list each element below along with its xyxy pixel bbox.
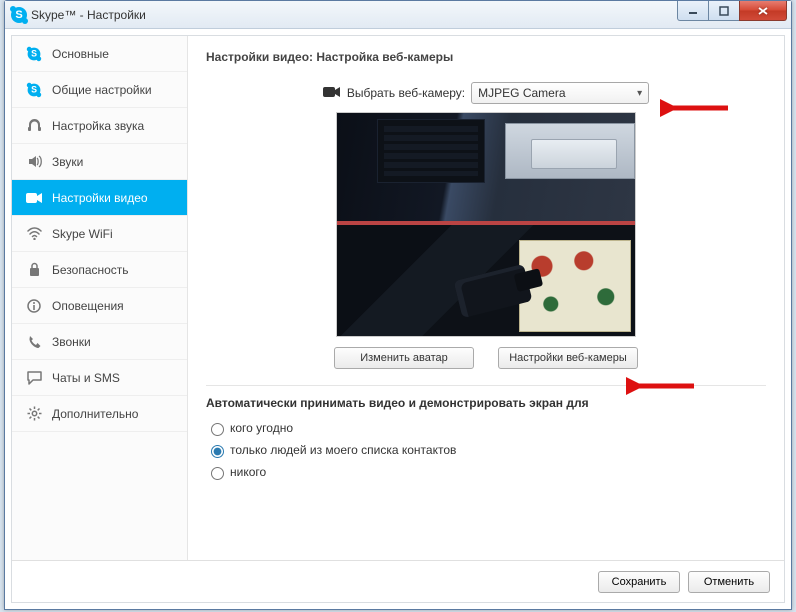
camera-select[interactable]: MJPEG Camera ▾ [471, 82, 649, 104]
close-icon [757, 6, 769, 16]
radio-label: кого угодно [230, 421, 293, 435]
cancel-button[interactable]: Отменить [688, 571, 770, 593]
phone-icon [24, 335, 44, 349]
camera-preview [336, 112, 636, 337]
camera-select-value: MJPEG Camera [478, 86, 565, 100]
maximize-icon [719, 6, 729, 16]
window-controls [678, 1, 787, 21]
change-avatar-button[interactable]: Изменить аватар [334, 347, 474, 369]
sidebar-item-9[interactable]: Чаты и SMS [12, 360, 187, 396]
sidebar-item-5[interactable]: Skype WiFi [12, 216, 187, 252]
wifi-icon [24, 227, 44, 240]
window-title: Skype™ - Настройки [31, 8, 146, 22]
sidebar-item-label: Skype WiFi [52, 227, 113, 241]
sidebar-item-2[interactable]: Настройка звука [12, 108, 187, 144]
radio-label: только людей из моего списка контактов [230, 443, 456, 457]
skype-icon: S [11, 7, 27, 23]
sidebar-item-label: Дополнительно [52, 407, 138, 421]
auto-accept-title: Автоматически принимать видео и демонстр… [206, 396, 766, 410]
radio-label: никого [230, 465, 266, 479]
headset-icon [24, 118, 44, 133]
skype-icon: S [24, 46, 44, 62]
speaker-icon [24, 154, 44, 169]
select-camera-label: Выбрать веб-камеру: [347, 86, 465, 100]
sidebar-item-label: Настройки видео [52, 191, 148, 205]
sidebar-item-4[interactable]: Настройки видео [12, 180, 187, 216]
skype-icon: S [24, 82, 44, 98]
auto-accept-option-2[interactable]: никого [206, 464, 766, 480]
separator [206, 385, 766, 386]
sidebar-item-10[interactable]: Дополнительно [12, 396, 187, 432]
client-area: S Основные S Общие настройки Настройка звука… [11, 35, 785, 603]
sidebar-item-1[interactable]: S Общие настройки [12, 72, 187, 108]
sidebar-item-0[interactable]: S Основные [12, 36, 187, 72]
radio-input[interactable] [211, 445, 224, 458]
sidebar-item-label: Оповещения [52, 299, 124, 313]
radio-input[interactable] [211, 423, 224, 436]
save-button[interactable]: Сохранить [598, 571, 680, 593]
panel-heading: Настройки видео: Настройка веб-камеры [206, 50, 766, 64]
auto-accept-option-1[interactable]: только людей из моего списка контактов [206, 442, 766, 458]
dialog-footer: Сохранить Отменить [12, 560, 784, 602]
sidebar-item-label: Безопасность [52, 263, 129, 277]
close-button[interactable] [739, 1, 787, 21]
sidebar-item-8[interactable]: Звонки [12, 324, 187, 360]
chevron-down-icon: ▾ [637, 88, 642, 99]
sidebar-item-label: Основные [52, 47, 109, 61]
camera-icon [24, 192, 44, 204]
settings-window: S Skype™ - Настройки S Основные S Общие нас… [4, 0, 792, 610]
sidebar-item-3[interactable]: Звуки [12, 144, 187, 180]
info-icon [24, 299, 44, 313]
sidebar: S Основные S Общие настройки Настройка звука… [12, 36, 188, 560]
radio-input[interactable] [211, 467, 224, 480]
auto-accept-option-0[interactable]: кого угодно [206, 420, 766, 436]
sidebar-item-label: Общие настройки [52, 83, 152, 97]
maximize-button[interactable] [708, 1, 740, 21]
sidebar-item-label: Чаты и SMS [52, 371, 120, 385]
sidebar-item-label: Звонки [52, 335, 91, 349]
sidebar-item-label: Настройка звука [52, 119, 144, 133]
sidebar-item-6[interactable]: Безопасность [12, 252, 187, 288]
main-panel: Настройки видео: Настройка веб-камеры Вы… [188, 36, 784, 560]
webcam-settings-button[interactable]: Настройки веб-камеры [498, 347, 638, 369]
titlebar[interactable]: S Skype™ - Настройки [5, 1, 791, 29]
chat-icon [24, 371, 44, 385]
sidebar-item-label: Звуки [52, 155, 83, 169]
gear-icon [24, 406, 44, 421]
minimize-button[interactable] [677, 1, 709, 21]
lock-icon [24, 262, 44, 277]
minimize-icon [688, 6, 698, 16]
sidebar-item-7[interactable]: Оповещения [12, 288, 187, 324]
camera-icon [323, 86, 341, 101]
